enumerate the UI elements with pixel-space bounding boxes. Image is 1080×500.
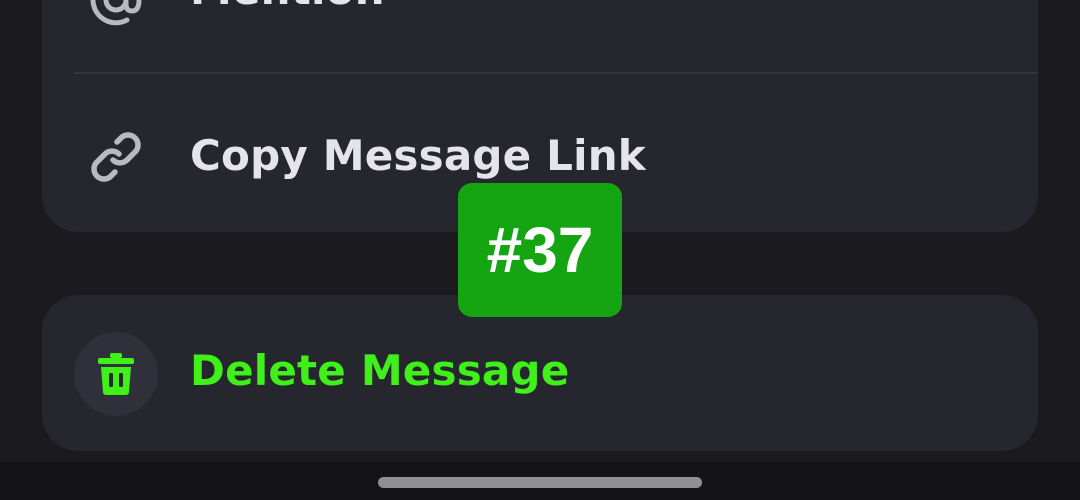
link-icon (74, 115, 158, 199)
element-index-badge: #37 (458, 183, 622, 317)
trash-icon (74, 332, 158, 416)
home-indicator[interactable] (378, 477, 702, 488)
delete-message-item[interactable]: Delete Message (42, 318, 1038, 428)
at-sign-icon (74, 0, 158, 42)
message-actions-sheet: Mention Copy Message Link (0, 0, 1080, 500)
delete-message-label: Delete Message (190, 346, 570, 395)
mention-label: Mention (190, 0, 385, 14)
danger-group-card: Delete Message (42, 295, 1038, 451)
menu-divider (74, 72, 1038, 74)
mention-item[interactable]: Mention (42, 0, 1038, 55)
copy-message-link-label: Copy Message Link (190, 131, 646, 180)
